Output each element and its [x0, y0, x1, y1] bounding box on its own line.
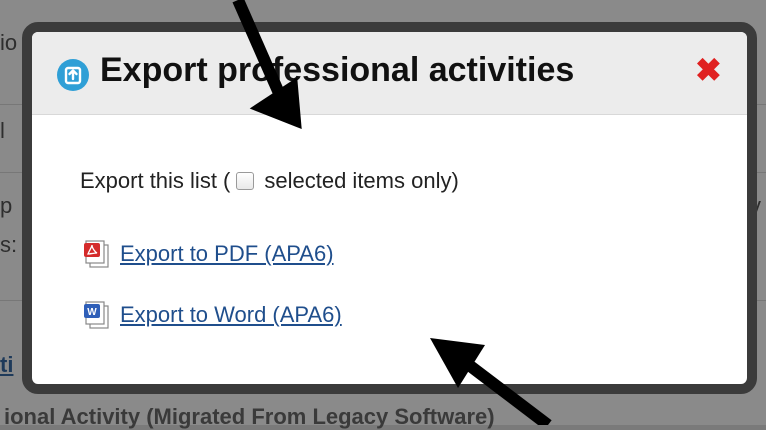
export-word-link[interactable]: Export to Word (APA6) [120, 302, 342, 328]
export-pdf-link[interactable]: Export to PDF (APA6) [120, 241, 334, 267]
background-link[interactable]: ti [0, 352, 13, 378]
selected-items-checkbox[interactable] [236, 172, 255, 190]
svg-text:W: W [87, 307, 97, 318]
export-pdf-row[interactable]: Export to PDF (APA6) [80, 239, 334, 269]
pdf-file-icon [80, 239, 114, 269]
checkbox-label: selected items only) [264, 168, 459, 193]
export-word-row[interactable]: W Export to Word (APA6) [80, 300, 342, 330]
background-text: s: [0, 232, 18, 257]
word-file-icon: W [80, 300, 114, 330]
export-icon [57, 59, 89, 91]
background-text: p [0, 193, 13, 218]
export-scope-row: Export this list ( selected items only) [80, 168, 459, 194]
background-text: l [0, 118, 5, 143]
background-heading: ional Activity (Migrated From Legacy Sof… [4, 404, 495, 429]
export-dialog: Export professional activities ✖ Export … [22, 22, 757, 394]
export-scope-prefix: Export this list ( [80, 168, 231, 193]
close-icon[interactable]: ✖ [695, 54, 722, 86]
background-text: io [0, 30, 18, 55]
dialog-header: Export professional activities ✖ [32, 32, 747, 115]
dialog-title: Export professional activities [100, 51, 575, 89]
